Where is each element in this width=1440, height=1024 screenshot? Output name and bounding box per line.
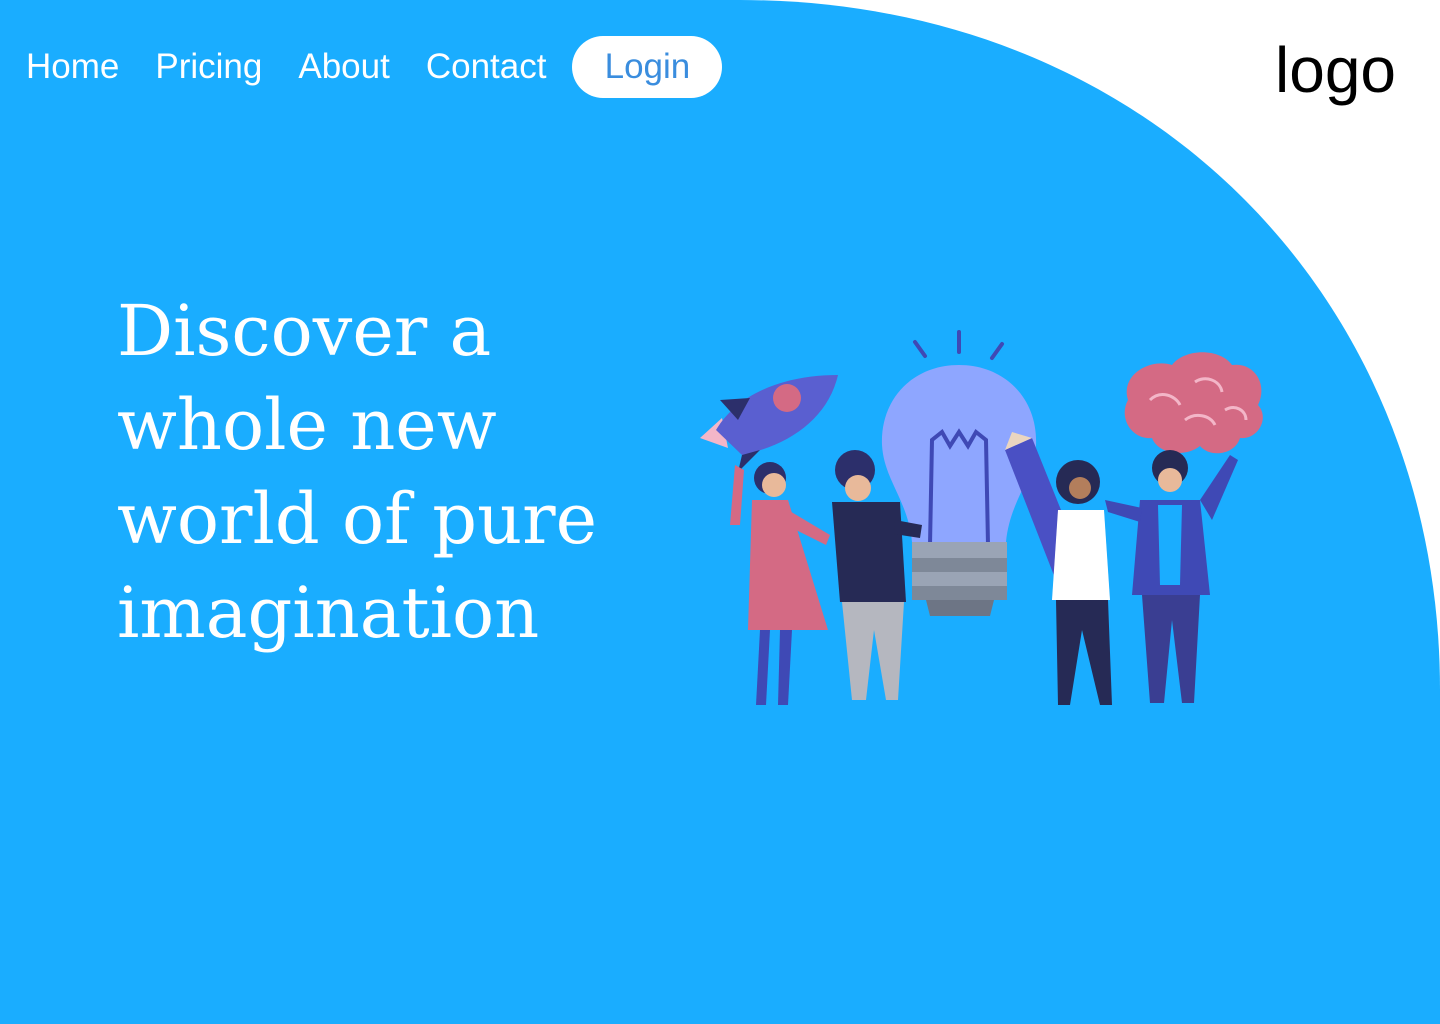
brain-icon bbox=[1124, 352, 1263, 454]
person-pink-dress bbox=[730, 462, 830, 705]
nav-link-contact[interactable]: Contact bbox=[426, 36, 547, 98]
nav-link-about[interactable]: About bbox=[298, 36, 389, 98]
nav-link-home[interactable]: Home bbox=[26, 36, 119, 98]
landing-page: Home Pricing About Contact Login logo Di… bbox=[0, 0, 1440, 1024]
logo[interactable]: logo bbox=[1275, 30, 1396, 110]
hero-headline: Discover a whole new world of pure imagi… bbox=[117, 290, 598, 654]
team-idea-illustration-icon bbox=[700, 330, 1263, 705]
top-navigation: Home Pricing About Contact Login bbox=[26, 36, 723, 98]
rocket-icon bbox=[700, 375, 838, 472]
person-blue-suit bbox=[1105, 450, 1238, 703]
person-curly-hair bbox=[1052, 460, 1112, 705]
nav-link-pricing[interactable]: Pricing bbox=[155, 36, 262, 98]
login-button[interactable]: Login bbox=[572, 36, 723, 98]
lightbulb-icon bbox=[881, 365, 1037, 616]
light-rays bbox=[913, 330, 1004, 360]
